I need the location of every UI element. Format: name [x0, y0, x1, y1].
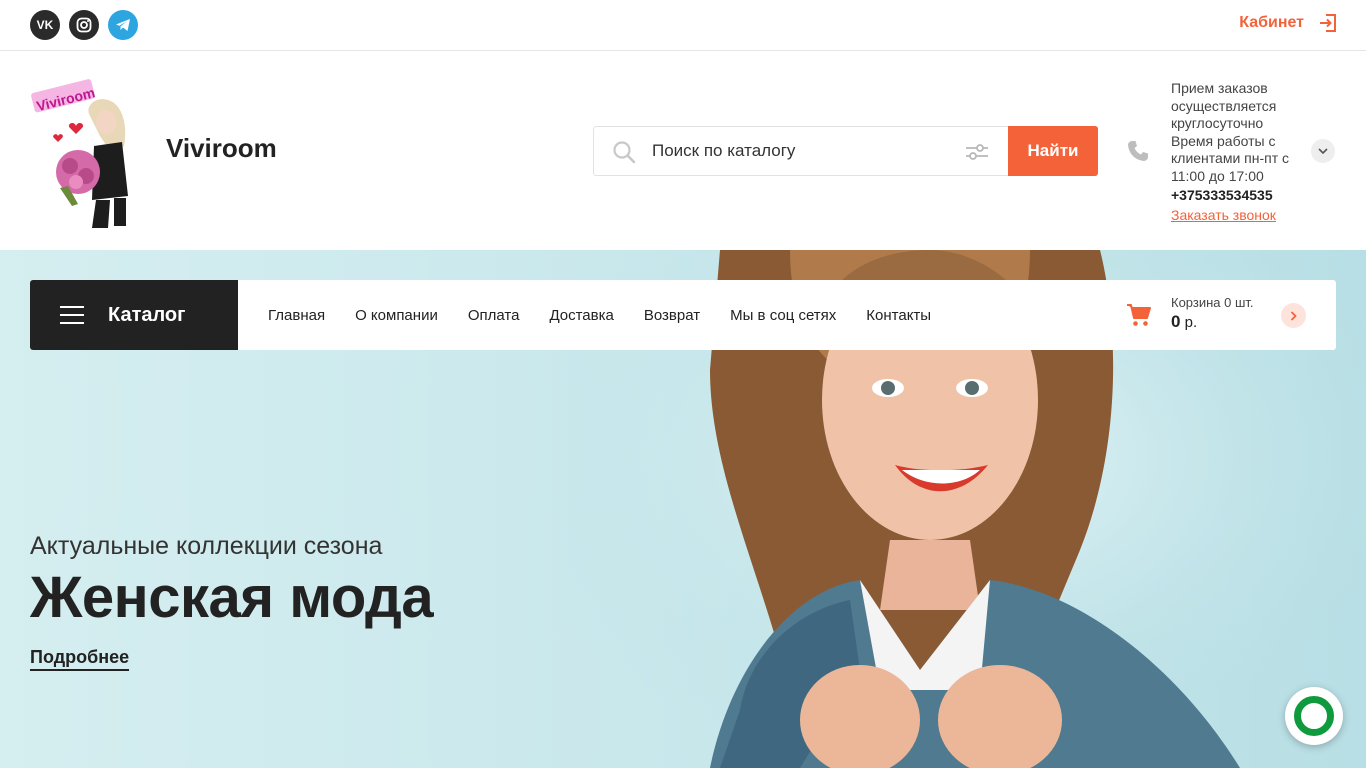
cart-label[interactable]: Корзина 0 шт. — [1171, 295, 1254, 310]
logo-image[interactable]: Viviroom — [30, 76, 150, 228]
work-hours-text: Прием заказов осуществляется круглосуточ… — [1171, 80, 1290, 184]
chevron-right-icon — [1290, 310, 1297, 321]
search-icon — [613, 141, 636, 164]
catalog-button[interactable]: Каталог — [30, 280, 238, 350]
cart-currency: р. — [1180, 314, 1198, 331]
nav-item-social[interactable]: Мы в соц сетях — [730, 307, 836, 324]
main-nav: Каталог Главная О компании Оплата Достав… — [30, 280, 1336, 350]
contact-dropdown-button[interactable] — [1311, 139, 1335, 163]
brand-name[interactable]: Viviroom — [166, 133, 277, 164]
hero-more-link[interactable]: Подробнее — [30, 647, 130, 671]
header: Viviroom Viviroom Найти Прием заказов ос… — [0, 51, 1366, 250]
phone-icon — [1128, 141, 1148, 161]
instagram-icon[interactable] — [69, 10, 99, 40]
cabinet-link[interactable]: Кабинет — [1239, 13, 1338, 33]
filter-icon[interactable] — [964, 140, 990, 164]
cart-icon[interactable] — [1126, 303, 1152, 327]
menu-icon — [60, 306, 84, 324]
telegram-icon[interactable] — [108, 10, 138, 40]
nav-item-payment[interactable]: Оплата — [468, 307, 520, 324]
hero-subtitle: Актуальные коллекции сезона — [30, 532, 383, 560]
chevron-down-icon — [1318, 147, 1328, 154]
callback-link[interactable]: Заказать звонок — [1171, 207, 1301, 225]
cabinet-label: Кабинет — [1239, 14, 1304, 31]
search-button[interactable]: Найти — [1008, 126, 1098, 176]
phone-number[interactable]: +375333534535 — [1171, 187, 1301, 205]
cart-total[interactable]: 0 р. — [1171, 312, 1197, 332]
nav-item-contacts[interactable]: Контакты — [866, 307, 931, 324]
nav-item-delivery[interactable]: Доставка — [549, 307, 613, 324]
catalog-label: Каталог — [108, 303, 186, 326]
vk-icon[interactable]: VK — [30, 10, 60, 40]
login-icon — [1320, 14, 1336, 32]
contact-info: Прием заказов осуществляется круглосуточ… — [1171, 80, 1301, 224]
cart-open-button[interactable] — [1281, 303, 1306, 328]
nav-item-home[interactable]: Главная — [268, 307, 325, 324]
nav-item-about[interactable]: О компании — [355, 307, 438, 324]
search-input[interactable] — [652, 128, 952, 174]
hero-title: Женская мода — [30, 565, 434, 630]
social-links: VK — [30, 10, 138, 40]
nav-menu: Главная О компании Оплата Доставка Возвр… — [268, 280, 931, 350]
search-bar: Найти — [593, 126, 1098, 176]
nav-item-return[interactable]: Возврат — [644, 307, 700, 324]
chat-widget-button[interactable] — [1285, 687, 1343, 745]
chat-icon — [1294, 696, 1334, 736]
top-bar: VK Кабинет — [0, 0, 1366, 51]
